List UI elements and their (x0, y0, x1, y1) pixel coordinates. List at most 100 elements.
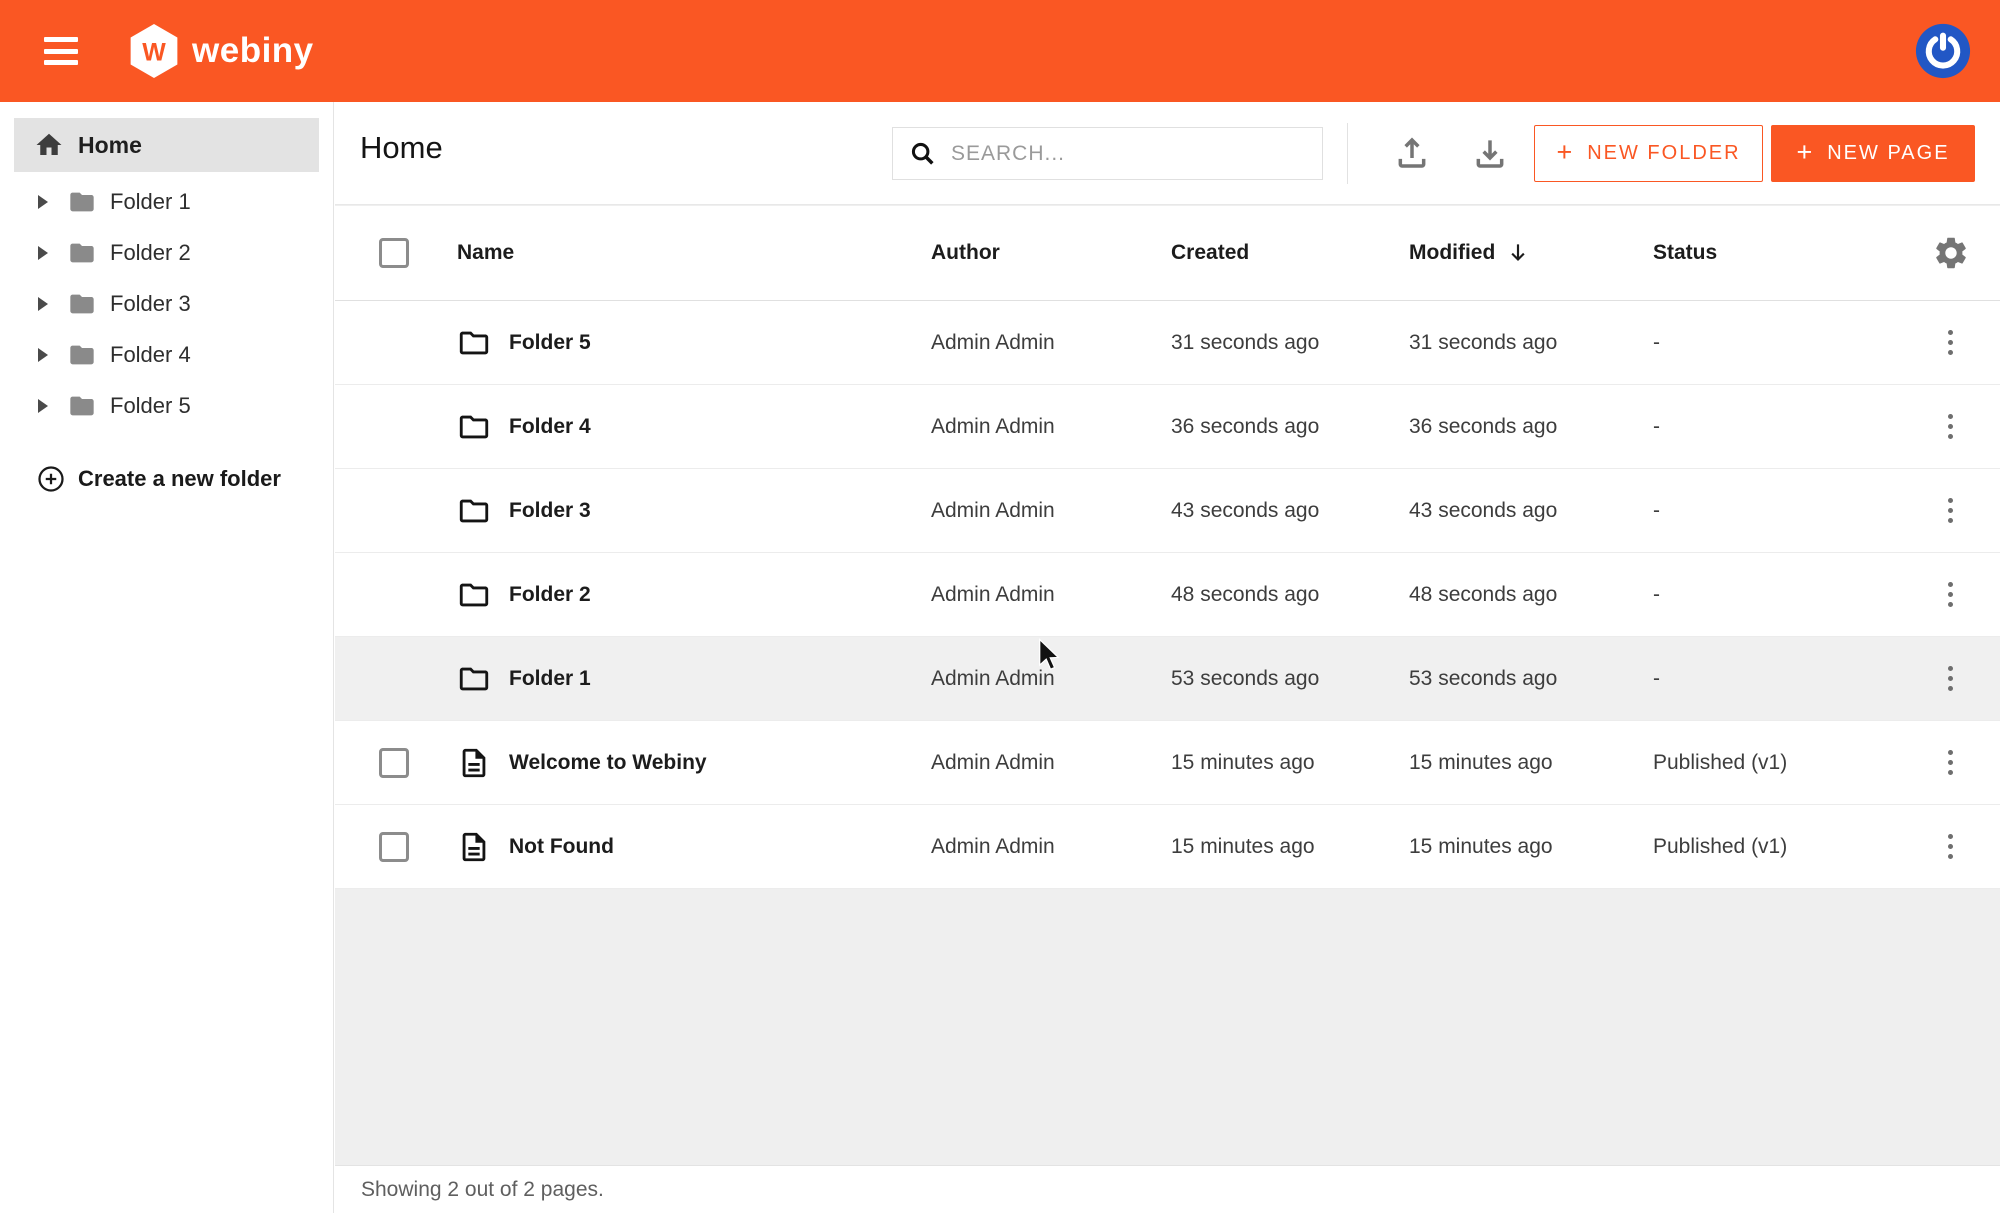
folder-icon (66, 290, 98, 318)
row-author: Admin Admin (931, 751, 1171, 775)
user-avatar[interactable] (1915, 23, 1971, 79)
row-modified: 36 seconds ago (1409, 415, 1653, 439)
chevron-right-icon[interactable] (38, 195, 48, 209)
pagination-footer: Showing 2 out of 2 pages. (335, 1165, 2000, 1213)
sidebar-folder-label: Folder 1 (110, 189, 191, 215)
toolbar: Home + NEW FOLDER + (335, 102, 2000, 205)
row-status: Published (v1) (1653, 751, 1901, 775)
sidebar-folder-list: Folder 1 Folder 2 Folder 3 Folder 4 Fold… (0, 176, 333, 431)
row-created: 48 seconds ago (1171, 583, 1409, 607)
table-settings-gear-icon[interactable] (1932, 234, 1970, 272)
row-name[interactable]: Welcome to Webiny (509, 751, 707, 775)
row-name[interactable]: Folder 1 (509, 667, 591, 691)
row-modified: 31 seconds ago (1409, 331, 1653, 355)
table-row[interactable]: Not Found Admin Admin 15 minutes ago 15 … (335, 805, 2000, 889)
table-row[interactable]: Folder 2 Admin Admin 48 seconds ago 48 s… (335, 553, 2000, 637)
hamburger-menu-icon[interactable] (44, 37, 78, 65)
row-created: 15 minutes ago (1171, 835, 1409, 859)
table-row[interactable]: Folder 3 Admin Admin 43 seconds ago 43 s… (335, 469, 2000, 553)
sidebar-folder-item[interactable]: Folder 1 (0, 176, 333, 227)
folder-icon (66, 341, 98, 369)
table-row[interactable]: Folder 4 Admin Admin 36 seconds ago 36 s… (335, 385, 2000, 469)
column-header-author[interactable]: Author (931, 241, 1171, 265)
row-author: Admin Admin (931, 415, 1171, 439)
sidebar-folder-item[interactable]: Folder 3 (0, 278, 333, 329)
sidebar-item-home[interactable]: Home (14, 118, 319, 172)
sidebar-folder-item[interactable]: Folder 4 (0, 329, 333, 380)
table-row[interactable]: Folder 1 Admin Admin 53 seconds ago 53 s… (335, 637, 2000, 721)
row-name[interactable]: Folder 3 (509, 499, 591, 523)
row-modified: 15 minutes ago (1409, 751, 1653, 775)
search-input[interactable] (951, 128, 1322, 179)
row-modified: 53 seconds ago (1409, 667, 1653, 691)
folder-icon (66, 392, 98, 420)
row-created: 15 minutes ago (1171, 751, 1409, 775)
row-author: Admin Admin (931, 835, 1171, 859)
search-icon (909, 140, 937, 168)
sidebar-folder-label: Folder 4 (110, 342, 191, 368)
toolbar-divider (1347, 123, 1348, 184)
row-name[interactable]: Not Found (509, 835, 614, 859)
column-header-modified[interactable]: Modified (1409, 240, 1653, 266)
column-header-status[interactable]: Status (1653, 241, 1901, 265)
sidebar-folder-item[interactable]: Folder 5 (0, 380, 333, 431)
row-name[interactable]: Folder 2 (509, 583, 591, 607)
plus-icon: + (1556, 137, 1574, 168)
row-actions-kebab-icon[interactable] (1942, 576, 1959, 613)
row-actions-kebab-icon[interactable] (1942, 744, 1959, 781)
sidebar-folder-label: Folder 3 (110, 291, 191, 317)
column-header-created[interactable]: Created (1171, 241, 1409, 265)
folder-outline-icon (457, 494, 491, 528)
sidebar-folder-item[interactable]: Folder 2 (0, 227, 333, 278)
row-status: - (1653, 499, 1901, 523)
chevron-right-icon[interactable] (38, 297, 48, 311)
svg-text:W: W (142, 38, 166, 66)
row-status: - (1653, 415, 1901, 439)
row-modified: 43 seconds ago (1409, 499, 1653, 523)
new-folder-button[interactable]: + NEW FOLDER (1534, 125, 1763, 182)
new-folder-button-label: NEW FOLDER (1587, 142, 1740, 165)
row-status: - (1653, 583, 1901, 607)
main-content: Home + NEW FOLDER + (335, 102, 2000, 1213)
chevron-right-icon[interactable] (38, 246, 48, 260)
create-new-folder-button[interactable]: Create a new folder (0, 459, 333, 499)
column-header-name[interactable]: Name (431, 241, 931, 265)
plus-icon: + (1796, 137, 1814, 168)
table-header-row: Name Author Created Modified Status (335, 206, 2000, 301)
row-modified: 48 seconds ago (1409, 583, 1653, 607)
table-row[interactable]: Welcome to Webiny Admin Admin 15 minutes… (335, 721, 2000, 805)
row-author: Admin Admin (931, 667, 1171, 691)
table-row[interactable]: Folder 5 Admin Admin 31 seconds ago 31 s… (335, 301, 2000, 385)
folder-outline-icon (457, 326, 491, 360)
folder-outline-icon (457, 662, 491, 696)
app-header: W webiny (0, 0, 2000, 102)
plus-circle-icon (36, 464, 66, 494)
create-new-folder-label: Create a new folder (78, 466, 281, 492)
row-checkbox[interactable] (379, 832, 409, 862)
row-created: 36 seconds ago (1171, 415, 1409, 439)
upload-icon (1392, 133, 1432, 173)
row-actions-kebab-icon[interactable] (1942, 828, 1959, 865)
row-actions-kebab-icon[interactable] (1942, 408, 1959, 445)
page-title: Home (360, 130, 443, 166)
row-name[interactable]: Folder 5 (509, 331, 591, 355)
sidebar-folder-label: Folder 2 (110, 240, 191, 266)
chevron-right-icon[interactable] (38, 348, 48, 362)
new-page-button[interactable]: + NEW PAGE (1771, 125, 1975, 182)
row-modified: 15 minutes ago (1409, 835, 1653, 859)
chevron-right-icon[interactable] (38, 399, 48, 413)
select-all-checkbox[interactable] (379, 238, 409, 268)
row-checkbox[interactable] (379, 748, 409, 778)
row-actions-kebab-icon[interactable] (1942, 324, 1959, 361)
row-status: Published (v1) (1653, 835, 1901, 859)
row-actions-kebab-icon[interactable] (1942, 492, 1959, 529)
sort-descending-arrow-icon (1505, 240, 1531, 266)
sidebar-home-label: Home (78, 132, 142, 159)
import-upload-button[interactable] (1388, 129, 1436, 177)
row-actions-kebab-icon[interactable] (1942, 660, 1959, 697)
page-document-icon (457, 746, 491, 780)
download-icon (1470, 133, 1510, 173)
export-download-button[interactable] (1466, 129, 1514, 177)
row-name[interactable]: Folder 4 (509, 415, 591, 439)
logo-text: webiny (192, 31, 314, 71)
